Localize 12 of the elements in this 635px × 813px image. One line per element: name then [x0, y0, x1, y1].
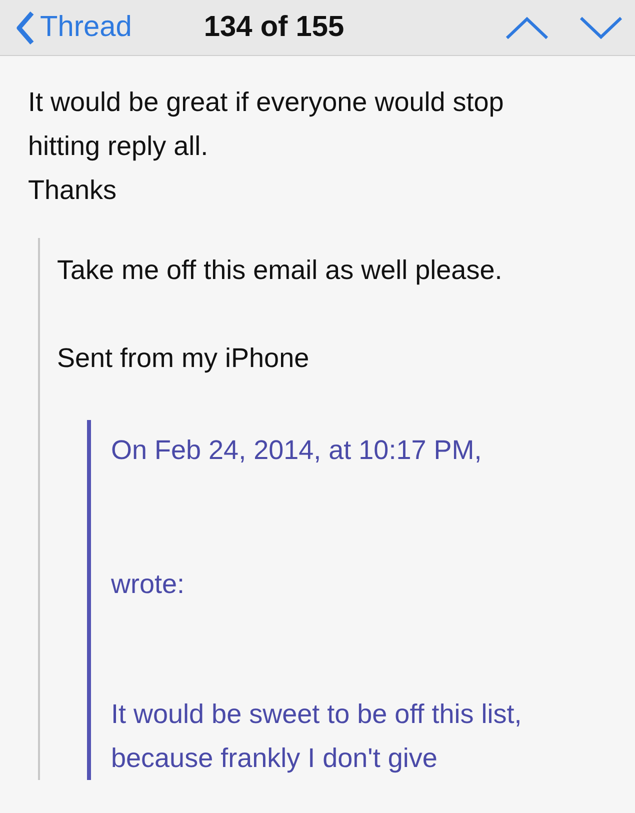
quoted-text: It would be sweet to be off this list, because frankly I don't give [111, 698, 523, 775]
message-text: Thanks [28, 174, 118, 207]
quoted-text: Sent from my iPhone [57, 342, 310, 375]
next-message-button[interactable] [579, 16, 623, 40]
message-position: 134 of 155 [204, 11, 344, 44]
message-text: It would be great if everyone would stop hitting reply all. [28, 86, 505, 163]
quote-wrote-text: wrote: [111, 568, 186, 601]
back-chevron-icon [14, 10, 36, 46]
back-button[interactable]: Thread [14, 10, 132, 46]
previous-message-button[interactable] [505, 16, 549, 40]
quote-header: On Feb 24, 2014, at 10:17 PM, [111, 434, 483, 467]
quoted-text: Take me off this email as well please. [57, 254, 504, 287]
